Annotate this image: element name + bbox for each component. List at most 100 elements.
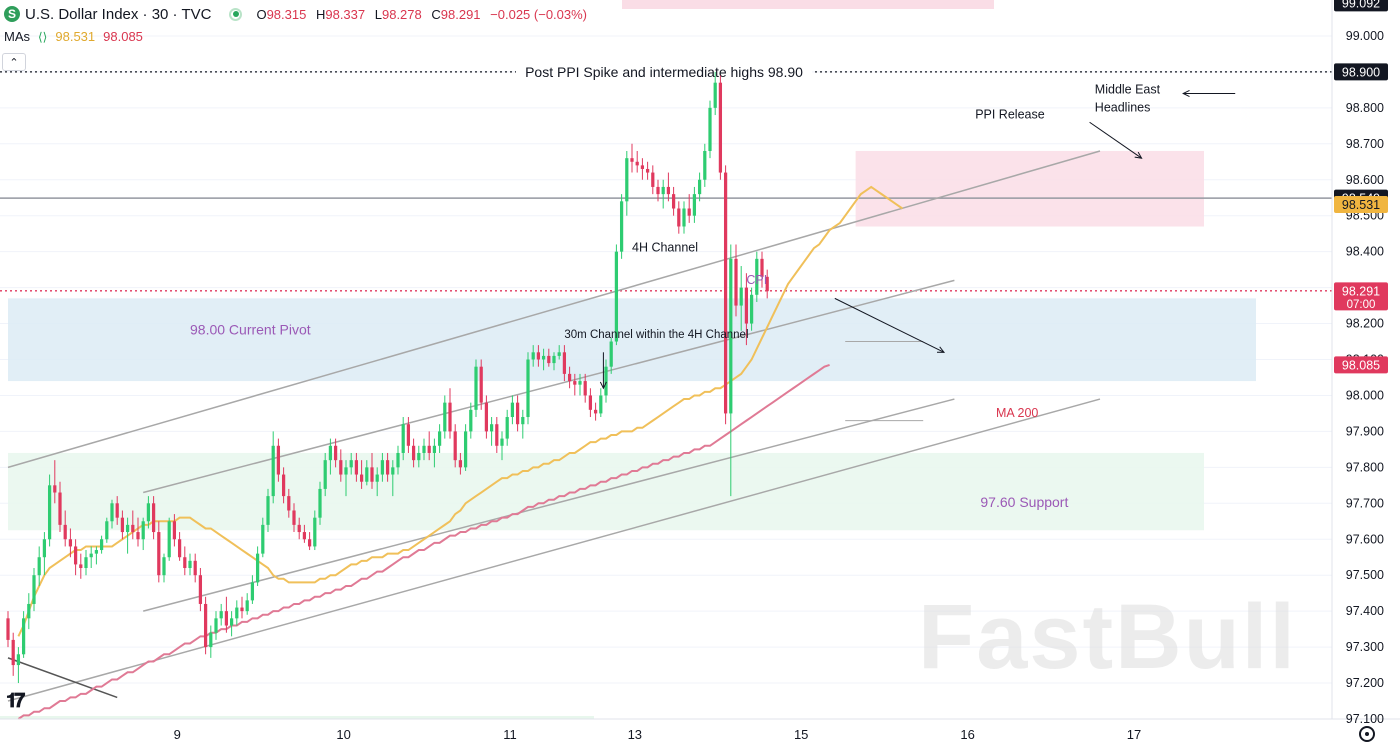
candle-body[interactable]	[183, 557, 187, 569]
candle-body[interactable]	[562, 352, 567, 374]
candle-body[interactable]	[463, 431, 468, 468]
candle-body[interactable]	[469, 409, 473, 432]
candle-body[interactable]	[443, 402, 447, 432]
candle-body[interactable]	[427, 445, 431, 453]
candle-body[interactable]	[604, 366, 608, 396]
candle-body[interactable]	[328, 445, 333, 461]
candle-body[interactable]	[32, 575, 36, 604]
candle-body[interactable]	[229, 618, 234, 626]
candle-body[interactable]	[120, 517, 125, 533]
candle-body[interactable]	[422, 445, 426, 453]
candle-body[interactable]	[307, 539, 312, 547]
candle-body[interactable]	[718, 82, 723, 173]
candle-body[interactable]	[749, 294, 754, 324]
candle-body[interactable]	[739, 287, 743, 306]
candle-body[interactable]	[458, 460, 463, 468]
candle-body[interactable]	[162, 557, 166, 576]
candle-body[interactable]	[131, 524, 135, 533]
candle-body[interactable]	[73, 546, 78, 565]
candle-body[interactable]	[401, 424, 405, 453]
candle-body[interactable]	[198, 575, 203, 604]
candle-body[interactable]	[146, 503, 151, 522]
mas-label[interactable]: MAs	[4, 29, 30, 44]
candle-body[interactable]	[266, 496, 270, 525]
candle-body[interactable]	[79, 564, 83, 569]
candle-body[interactable]	[333, 445, 338, 461]
candle-body[interactable]	[287, 496, 291, 511]
candle-body[interactable]	[495, 424, 499, 446]
candle-body[interactable]	[193, 560, 197, 576]
candle-body[interactable]	[235, 607, 239, 619]
candle-body[interactable]	[323, 460, 327, 489]
candle-body[interactable]	[281, 474, 286, 497]
candle-body[interactable]	[609, 341, 613, 367]
candle-body[interactable]	[703, 150, 707, 180]
candle-body[interactable]	[635, 161, 639, 166]
candle-body[interactable]	[276, 445, 281, 475]
candle-body[interactable]	[380, 460, 385, 475]
candle-body[interactable]	[209, 632, 213, 648]
candle-body[interactable]	[599, 395, 603, 414]
candle-body[interactable]	[313, 517, 317, 547]
candle-body[interactable]	[713, 82, 717, 108]
candle-body[interactable]	[588, 395, 593, 410]
candle-body[interactable]	[53, 485, 57, 493]
candle-body[interactable]	[547, 355, 551, 364]
candle-body[interactable]	[625, 158, 629, 202]
candle-body[interactable]	[552, 355, 556, 364]
candle-body[interactable]	[11, 639, 15, 666]
candle-body[interactable]	[240, 607, 244, 612]
candle-body[interactable]	[292, 510, 296, 525]
candle-body[interactable]	[677, 208, 681, 227]
candle-body[interactable]	[661, 186, 665, 195]
candle-body[interactable]	[692, 194, 697, 216]
candle-body[interactable]	[27, 603, 31, 619]
candle-body[interactable]	[188, 560, 192, 569]
candle-body[interactable]	[250, 582, 255, 601]
candle-body[interactable]	[505, 417, 509, 439]
candle-body[interactable]	[177, 539, 182, 558]
candle-body[interactable]	[593, 409, 598, 414]
candle-body[interactable]	[94, 550, 99, 554]
candle-body[interactable]	[396, 452, 400, 468]
candle-body[interactable]	[583, 381, 587, 396]
candle-body[interactable]	[136, 532, 140, 540]
candle-body[interactable]	[515, 402, 520, 425]
candle-body[interactable]	[354, 460, 359, 475]
candle-body[interactable]	[84, 557, 88, 569]
candle-body[interactable]	[682, 208, 686, 227]
candle-body[interactable]	[640, 165, 645, 169]
candle-body[interactable]	[651, 172, 655, 187]
candle-body[interactable]	[58, 492, 62, 525]
candle-body[interactable]	[734, 258, 738, 306]
candle-body[interactable]	[344, 467, 348, 475]
candle-body[interactable]	[349, 460, 353, 468]
candle-body[interactable]	[271, 445, 275, 497]
candle-body[interactable]	[432, 445, 437, 453]
candle-body[interactable]	[167, 521, 171, 558]
candle-body[interactable]	[666, 186, 671, 195]
candle-body[interactable]	[302, 532, 307, 540]
candle-body[interactable]	[89, 553, 93, 558]
candle-body[interactable]	[385, 460, 390, 475]
candle-body[interactable]	[224, 611, 229, 626]
candle-body[interactable]	[437, 431, 442, 446]
candle-body[interactable]	[479, 366, 483, 403]
candle-body[interactable]	[510, 402, 515, 418]
candle-body[interactable]	[526, 359, 530, 418]
candle-body[interactable]	[375, 474, 379, 482]
candle-body[interactable]	[37, 557, 41, 576]
candle-body[interactable]	[115, 503, 119, 518]
candle-body[interactable]	[172, 521, 177, 540]
candle-body[interactable]	[406, 424, 411, 446]
candle-body[interactable]	[99, 539, 104, 551]
candle-body[interactable]	[645, 168, 650, 173]
settings-icon[interactable]	[1359, 726, 1375, 742]
candle-body[interactable]	[671, 194, 676, 209]
candle-body[interactable]	[157, 532, 161, 576]
candle-body[interactable]	[261, 524, 265, 554]
candle-body[interactable]	[16, 654, 21, 666]
candle-body[interactable]	[219, 611, 223, 619]
candle-body[interactable]	[557, 352, 561, 356]
candle-body[interactable]	[656, 186, 660, 195]
